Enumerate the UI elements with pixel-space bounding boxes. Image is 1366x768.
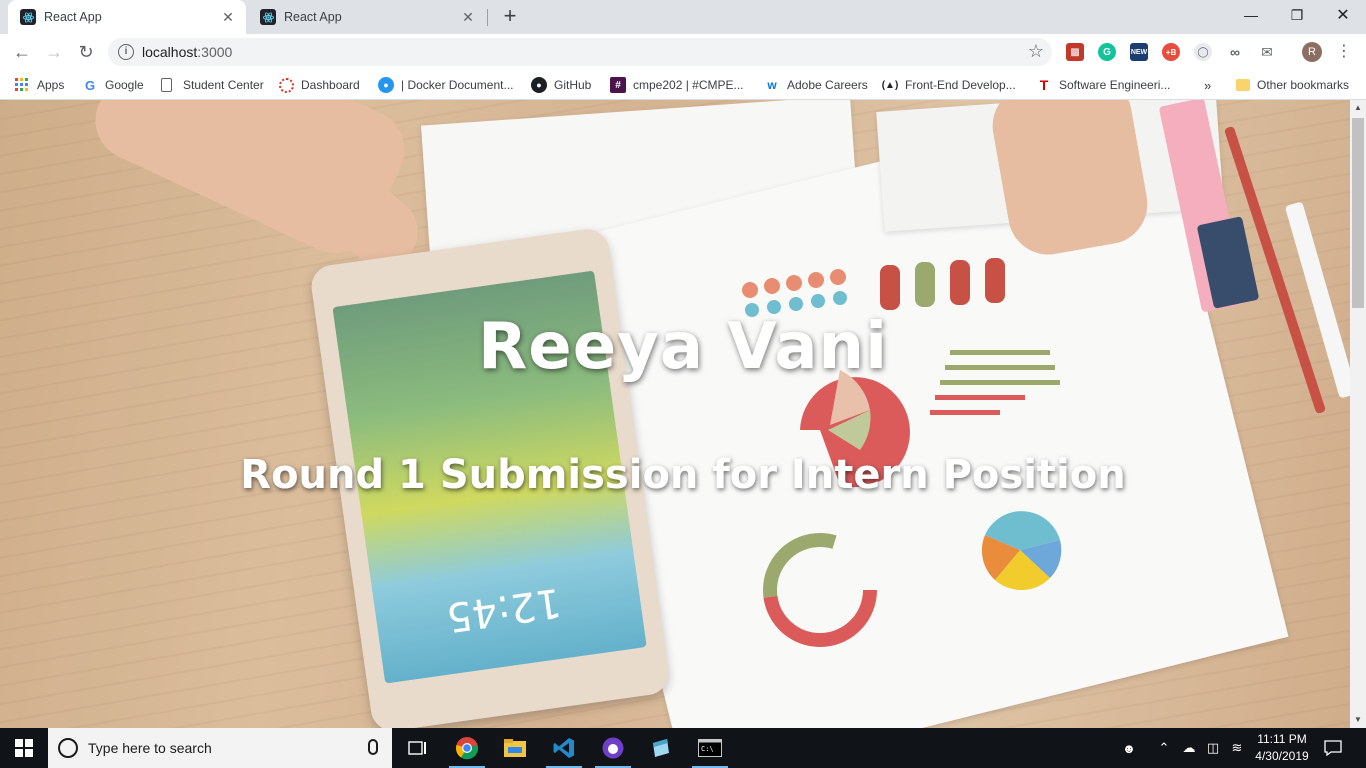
- svg-text:C:\: C:\: [701, 745, 714, 753]
- bookmark-label: Google: [105, 78, 144, 92]
- onedrive-icon[interactable]: ☁: [1178, 728, 1200, 768]
- minimize-button[interactable]: —: [1228, 0, 1274, 30]
- people-icon[interactable]: ☻: [1118, 728, 1140, 768]
- restore-button[interactable]: ❐: [1274, 0, 1320, 30]
- infinity-icon[interactable]: ∞: [1226, 43, 1244, 61]
- bookmark-label: Software Engineeri...: [1059, 78, 1171, 92]
- extension-icon[interactable]: ▩: [1066, 43, 1084, 61]
- page-icon: [161, 78, 172, 92]
- bookmark-freecodecamp[interactable]: (▲) Front-End Develop...: [882, 76, 1016, 94]
- forward-button[interactable]: →: [40, 38, 68, 66]
- hero-section: 12:45 Reeya Vani Round 1 Submission for …: [0, 100, 1350, 728]
- slack-icon: #: [610, 77, 626, 93]
- profile-avatar[interactable]: R: [1302, 42, 1322, 62]
- react-icon: [20, 9, 36, 25]
- apps-grid-icon: [14, 77, 30, 93]
- back-button[interactable]: ←: [8, 38, 36, 66]
- hero-overlay: [0, 100, 1350, 728]
- browser-toolbar: ← → ↻ i localhost:3000 ☆ ▩ G NEW +B ◯ ∞ …: [0, 34, 1366, 70]
- bookmark-docker[interactable]: ● | Docker Document...: [378, 76, 514, 94]
- start-button[interactable]: [0, 728, 48, 768]
- bookmarks-overflow-button[interactable]: »: [1204, 76, 1211, 94]
- tesla-icon: T: [1039, 77, 1049, 93]
- tray-overflow-chevron-icon[interactable]: ⌃: [1154, 728, 1174, 768]
- cortana-icon: [58, 738, 78, 758]
- chrome-icon[interactable]: [443, 728, 491, 768]
- extension-red-icon[interactable]: +B: [1162, 43, 1180, 61]
- bookmark-other-bookmarks[interactable]: Other bookmarks: [1236, 76, 1349, 94]
- dashboard-icon: [279, 77, 294, 93]
- tab-close-icon[interactable]: ✕: [460, 9, 476, 25]
- bookmark-adobe-careers[interactable]: w Adobe Careers: [764, 76, 868, 94]
- notifications-icon[interactable]: [1320, 728, 1346, 768]
- react-icon: [260, 9, 276, 25]
- bookmark-label: Apps: [37, 78, 65, 92]
- task-view-icon[interactable]: [394, 728, 442, 768]
- file-explorer-icon[interactable]: [491, 728, 539, 768]
- microphone-icon[interactable]: [368, 739, 378, 755]
- tab-react-app-2[interactable]: React App ✕: [248, 0, 486, 34]
- tab-title: React App: [44, 10, 102, 24]
- bookmark-label: Dashboard: [301, 78, 360, 92]
- close-window-button[interactable]: ✕: [1320, 0, 1366, 30]
- scroll-down-arrow-icon[interactable]: ▼: [1350, 712, 1366, 728]
- docker-icon: ●: [378, 77, 394, 93]
- news-extension-icon[interactable]: NEW: [1130, 43, 1148, 61]
- reload-button[interactable]: ↻: [72, 38, 100, 66]
- google-icon: G: [84, 77, 96, 93]
- search-placeholder: Type here to search: [88, 740, 212, 756]
- bookmark-github[interactable]: ● GitHub: [531, 76, 591, 94]
- menu-kebab-icon[interactable]: ⋮: [1336, 42, 1352, 62]
- vscode-icon[interactable]: [540, 728, 588, 768]
- bookmark-label: cmpe202 | #CMPE...: [633, 78, 744, 92]
- bookmark-student-center[interactable]: Student Center: [161, 76, 264, 94]
- windows-logo-icon: [15, 739, 33, 757]
- hero-subtitle: Round 1 Submission for Intern Position: [240, 452, 1126, 498]
- mail-icon[interactable]: ✉: [1258, 43, 1276, 61]
- bookmarks-bar: Apps G Google Student Center Dashboard ●…: [0, 70, 1366, 100]
- bookmark-label: GitHub: [554, 78, 592, 92]
- address-bar[interactable]: i localhost:3000 ☆: [108, 38, 1052, 66]
- github-desktop-icon[interactable]: [589, 728, 637, 768]
- terminal-icon[interactable]: C:\: [686, 728, 734, 768]
- tab-separator: [487, 9, 488, 26]
- bookmark-cmpe202[interactable]: # cmpe202 | #CMPE...: [610, 76, 744, 94]
- wifi-icon[interactable]: ≋: [1226, 728, 1248, 768]
- url-text: localhost:3000: [142, 44, 233, 60]
- bookmark-label: Adobe Careers: [787, 78, 868, 92]
- scroll-thumb[interactable]: [1352, 118, 1364, 308]
- hero-title: Reeya Vani: [478, 310, 888, 384]
- site-info-icon[interactable]: i: [118, 44, 134, 60]
- grammarly-icon[interactable]: G: [1098, 43, 1116, 61]
- tab-title: React App: [284, 10, 342, 24]
- clock-time: 11:11 PM: [1257, 732, 1307, 746]
- windows-taskbar: Type here to search C:\ ☻ ⌃ ☁ ◫ ≋ 11:11: [0, 728, 1366, 768]
- bookmark-apps[interactable]: Apps: [14, 76, 64, 94]
- page-scrollbar[interactable]: ▲ ▼: [1350, 100, 1366, 728]
- tab-react-app-1[interactable]: React App ✕: [8, 0, 246, 34]
- new-tab-button[interactable]: +: [498, 5, 522, 29]
- workday-icon: w: [767, 78, 777, 92]
- bookmark-label: Front-End Develop...: [905, 78, 1016, 92]
- bookmark-label: Other bookmarks: [1257, 78, 1350, 92]
- bookmark-dashboard[interactable]: Dashboard: [279, 76, 360, 94]
- notepad-icon[interactable]: [637, 728, 685, 768]
- tab-strip: React App ✕ React App ✕ + — ❐ ✕: [0, 0, 1366, 34]
- battery-icon[interactable]: ◫: [1202, 728, 1224, 768]
- bookmark-google[interactable]: G Google: [82, 76, 144, 94]
- freecodecamp-icon: (▲): [881, 79, 899, 91]
- taskbar-clock[interactable]: 11:11 PM 4/30/2019: [1250, 731, 1314, 765]
- bookmark-label: | Docker Document...: [401, 78, 514, 92]
- bookmark-software-engineering[interactable]: T Software Engineeri...: [1036, 76, 1171, 94]
- folder-icon: [1236, 79, 1250, 91]
- clock-date: 4/30/2019: [1255, 749, 1309, 763]
- tab-close-icon[interactable]: ✕: [220, 9, 236, 25]
- github-icon: ●: [531, 77, 547, 93]
- taskbar-search[interactable]: Type here to search: [48, 728, 392, 768]
- bookmark-star-icon[interactable]: ☆: [1028, 41, 1044, 62]
- scroll-up-arrow-icon[interactable]: ▲: [1350, 100, 1366, 116]
- extension-gray-icon[interactable]: ◯: [1194, 43, 1212, 61]
- bookmark-label: Student Center: [183, 78, 264, 92]
